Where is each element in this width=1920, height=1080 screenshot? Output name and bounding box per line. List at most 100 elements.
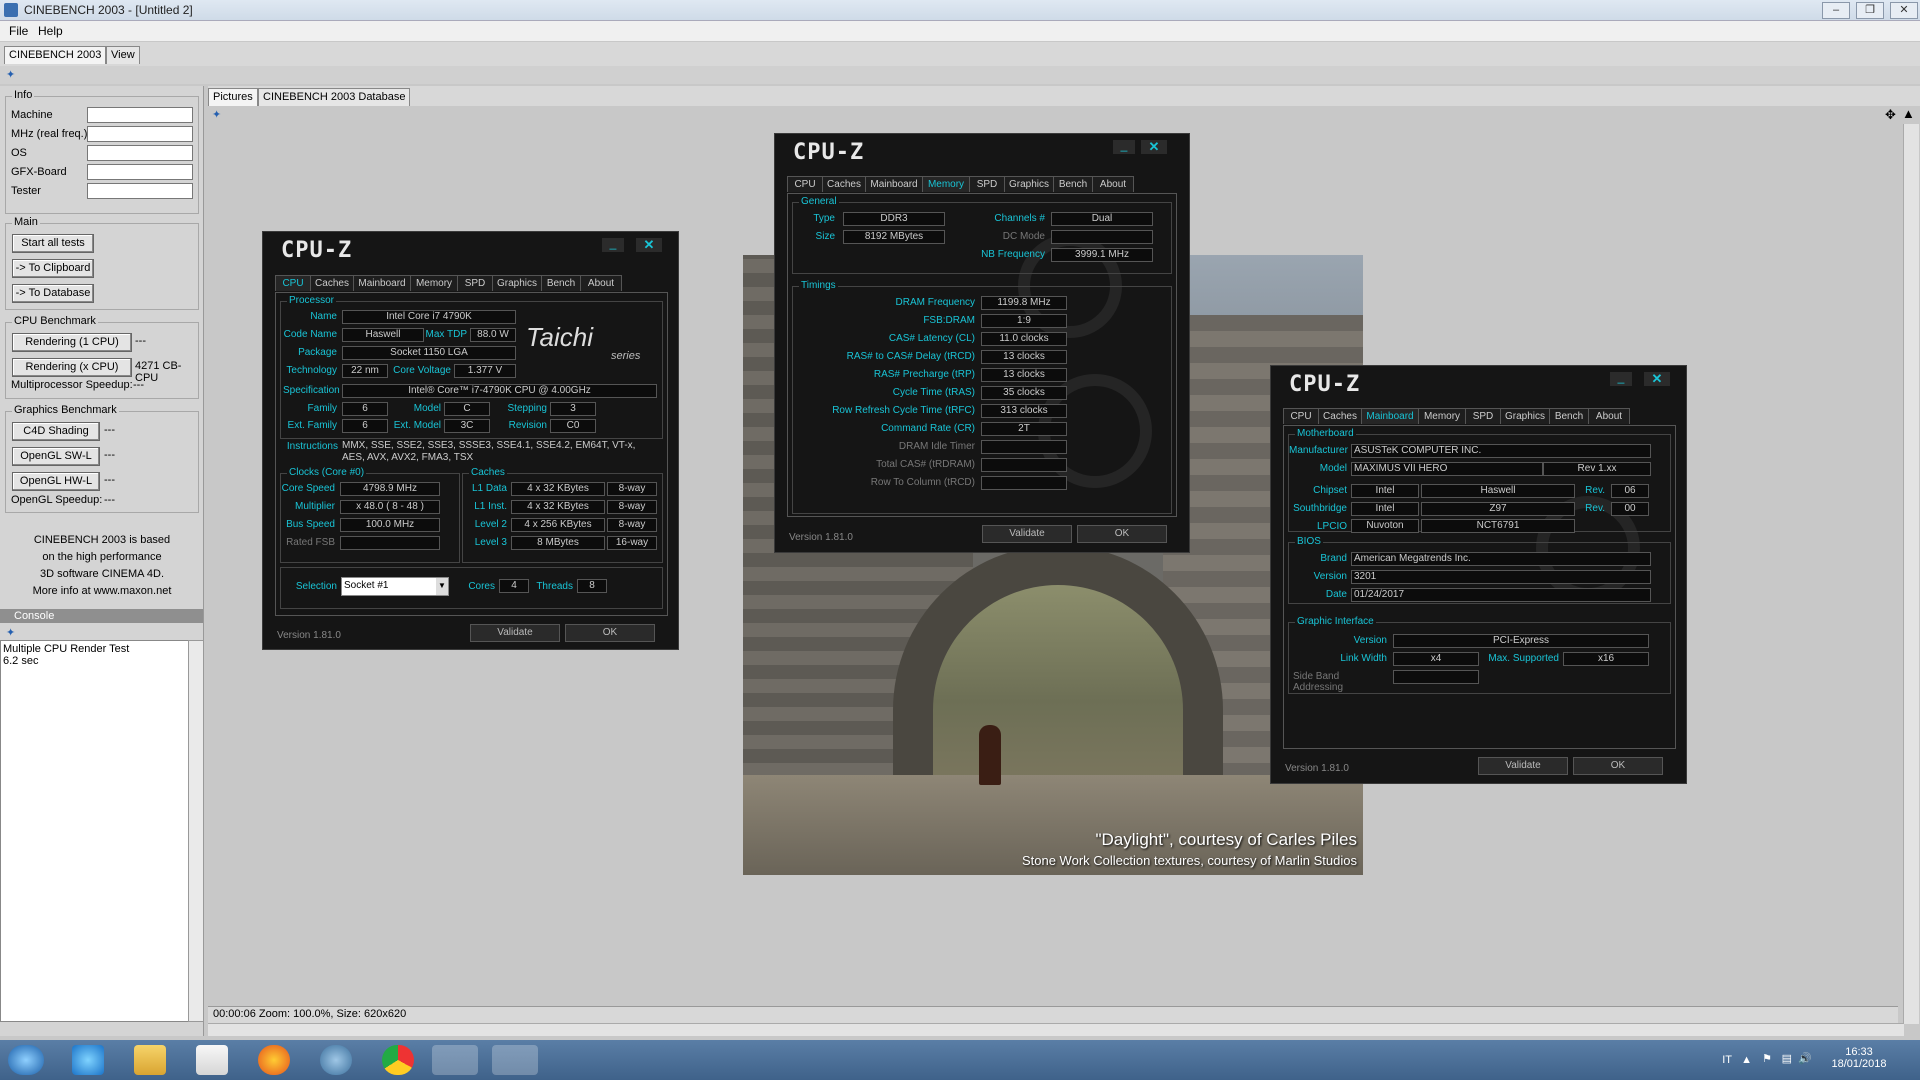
menu-file[interactable]: File bbox=[9, 24, 28, 38]
file-explorer-icon[interactable] bbox=[134, 1045, 166, 1075]
specification-label: Specification bbox=[283, 385, 340, 396]
cpuz-tab-cpu[interactable]: CPU bbox=[1283, 408, 1319, 424]
cpuz-close-button[interactable]: ✕ bbox=[1141, 140, 1167, 154]
cpuz-tab-mainboard[interactable]: Mainboard bbox=[353, 275, 411, 291]
clock[interactable]: 16:33 18/01/2018 bbox=[1826, 1046, 1892, 1070]
cpuz-tab-caches[interactable]: Caches bbox=[1318, 408, 1362, 424]
cpuz-tab-caches[interactable]: Caches bbox=[822, 176, 866, 192]
cpuz-minimize-button[interactable]: _ bbox=[1113, 139, 1135, 154]
tab-cinebench-database[interactable]: CINEBENCH 2003 Database bbox=[258, 88, 411, 106]
about-link[interactable]: More info at www.maxon.net bbox=[4, 583, 200, 600]
steam-icon[interactable] bbox=[320, 1045, 352, 1075]
firefox-icon[interactable] bbox=[258, 1045, 290, 1075]
caches-section: Caches L1 Data 4 x 32 KBytes 8-way L1 In… bbox=[462, 467, 663, 563]
cpuz-tab-caches[interactable]: Caches bbox=[310, 275, 354, 291]
cpuz-minimize-button[interactable]: _ bbox=[1610, 371, 1632, 386]
taichi-brand: Taichi bbox=[526, 322, 593, 352]
cpuz-tab-graphics[interactable]: Graphics bbox=[1500, 408, 1550, 424]
vertical-scrollbar[interactable] bbox=[1903, 124, 1919, 1024]
cpuz-close-button[interactable]: ✕ bbox=[636, 238, 662, 252]
restore-button[interactable]: ❐ bbox=[1856, 2, 1884, 19]
ok-button[interactable]: OK bbox=[565, 624, 655, 642]
volume-icon[interactable]: 🔊 bbox=[1798, 1052, 1812, 1065]
cpuz-tab-cpu[interactable]: CPU bbox=[787, 176, 823, 192]
cpuz-tab-spd[interactable]: SPD bbox=[969, 176, 1005, 192]
cpuz-tab-bench[interactable]: Bench bbox=[541, 275, 581, 291]
menu-help[interactable]: Help bbox=[38, 24, 63, 38]
cpuz-tab-spd[interactable]: SPD bbox=[1465, 408, 1501, 424]
internet-explorer-icon[interactable] bbox=[72, 1045, 104, 1075]
start-all-tests-button[interactable]: Start all tests bbox=[12, 234, 94, 253]
language-indicator[interactable]: IT bbox=[1722, 1054, 1732, 1066]
cpuz-tab-spd[interactable]: SPD bbox=[457, 275, 493, 291]
cpuz-tab-memory[interactable]: Memory bbox=[922, 176, 970, 192]
console-scrollbar[interactable] bbox=[188, 640, 204, 1022]
tab-cinebench-2003[interactable]: CINEBENCH 2003 bbox=[4, 46, 107, 64]
c4d-shading-button[interactable]: C4D Shading bbox=[12, 422, 100, 441]
cpuz-tab-about[interactable]: About bbox=[580, 275, 622, 291]
to-clipboard-button[interactable]: -> To Clipboard bbox=[12, 259, 94, 278]
cinebench-taskbar-icon[interactable] bbox=[432, 1045, 478, 1075]
cpuz-tab-memory[interactable]: Memory bbox=[410, 275, 458, 291]
media-player-icon[interactable] bbox=[196, 1045, 228, 1075]
cpuz-close-button[interactable]: ✕ bbox=[1644, 372, 1670, 386]
zoom-icon[interactable]: ▲ bbox=[1902, 106, 1915, 121]
move-icon[interactable]: ✥ bbox=[1885, 107, 1896, 123]
cpuz-tab-mainboard[interactable]: Mainboard bbox=[865, 176, 923, 192]
to-database-button[interactable]: -> To Database bbox=[12, 284, 94, 303]
cpuz-tab-about[interactable]: About bbox=[1092, 176, 1134, 192]
tab-view[interactable]: View bbox=[106, 46, 140, 64]
validate-button[interactable]: Validate bbox=[982, 525, 1072, 543]
view-pin-icon[interactable]: ✦ bbox=[212, 110, 224, 121]
cpuz-tab-memory[interactable]: Memory bbox=[1418, 408, 1466, 424]
cpuz-version: Version 1.81.0 bbox=[277, 630, 341, 641]
os-field[interactable] bbox=[87, 145, 193, 161]
link-width-label: Link Width bbox=[1340, 653, 1387, 664]
cpuz-tab-bench[interactable]: Bench bbox=[1053, 176, 1093, 192]
cpuz-taskbar-icon[interactable] bbox=[492, 1045, 538, 1075]
opengl-swl-button[interactable]: OpenGL SW-L bbox=[12, 447, 100, 466]
ok-button[interactable]: OK bbox=[1573, 757, 1663, 775]
dram-idle-timer-value bbox=[981, 440, 1067, 454]
cpuz-minimize-button[interactable]: _ bbox=[602, 237, 624, 252]
cpuz-tab-bench[interactable]: Bench bbox=[1549, 408, 1589, 424]
mhz-field[interactable] bbox=[87, 126, 193, 142]
rendering-xcpu-button[interactable]: Rendering (x CPU) bbox=[12, 358, 132, 377]
clock-time: 16:33 bbox=[1845, 1046, 1873, 1058]
cpuz-tab-about[interactable]: About bbox=[1588, 408, 1630, 424]
model-value: C bbox=[444, 402, 490, 416]
codename-label: Code Name bbox=[283, 329, 337, 340]
validate-button[interactable]: Validate bbox=[470, 624, 560, 642]
minimize-button[interactable]: – bbox=[1822, 2, 1850, 19]
multiplier-value: x 48.0 ( 8 - 48 ) bbox=[340, 500, 440, 514]
opengl-swl-result: --- bbox=[104, 449, 115, 461]
tester-field[interactable] bbox=[87, 183, 193, 199]
cpuz-tab-cpu[interactable]: CPU bbox=[275, 275, 311, 291]
horizontal-scrollbar[interactable] bbox=[208, 1023, 1904, 1036]
pin-icon[interactable]: ✦ bbox=[6, 70, 18, 81]
opengl-hwl-button[interactable]: OpenGL HW-L bbox=[12, 472, 100, 491]
console-pin-icon[interactable]: ✦ bbox=[6, 628, 18, 639]
machine-field[interactable] bbox=[87, 107, 193, 123]
gfx-board-field[interactable] bbox=[87, 164, 193, 180]
socket-select[interactable]: Socket #1 ▼ bbox=[341, 577, 449, 596]
chrome-icon[interactable] bbox=[382, 1045, 414, 1075]
selection-label: Selection bbox=[295, 581, 337, 592]
close-button[interactable]: ✕ bbox=[1890, 2, 1918, 19]
action-center-icon[interactable]: ⚑ bbox=[1762, 1052, 1772, 1065]
trcd-value: 13 clocks bbox=[981, 350, 1067, 364]
chevron-up-icon[interactable]: ▲ bbox=[1741, 1054, 1752, 1066]
family-label: Family bbox=[307, 403, 337, 414]
cpuz-tab-graphics[interactable]: Graphics bbox=[492, 275, 542, 291]
validate-button[interactable]: Validate bbox=[1478, 757, 1568, 775]
ok-button[interactable]: OK bbox=[1077, 525, 1167, 543]
rendering-1cpu-button[interactable]: Rendering (1 CPU) bbox=[12, 333, 132, 352]
tab-pictures[interactable]: Pictures bbox=[208, 88, 258, 106]
command-rate-label: Command Rate (CR) bbox=[881, 423, 975, 434]
l1-data-value: 4 x 32 KBytes bbox=[511, 482, 605, 496]
cpuz-tab-mainboard[interactable]: Mainboard bbox=[1361, 408, 1419, 424]
cpuz-tab-graphics[interactable]: Graphics bbox=[1004, 176, 1054, 192]
console-line: 6.2 sec bbox=[3, 655, 39, 667]
start-button[interactable] bbox=[8, 1045, 44, 1075]
network-icon[interactable]: ▤ bbox=[1782, 1052, 1792, 1065]
